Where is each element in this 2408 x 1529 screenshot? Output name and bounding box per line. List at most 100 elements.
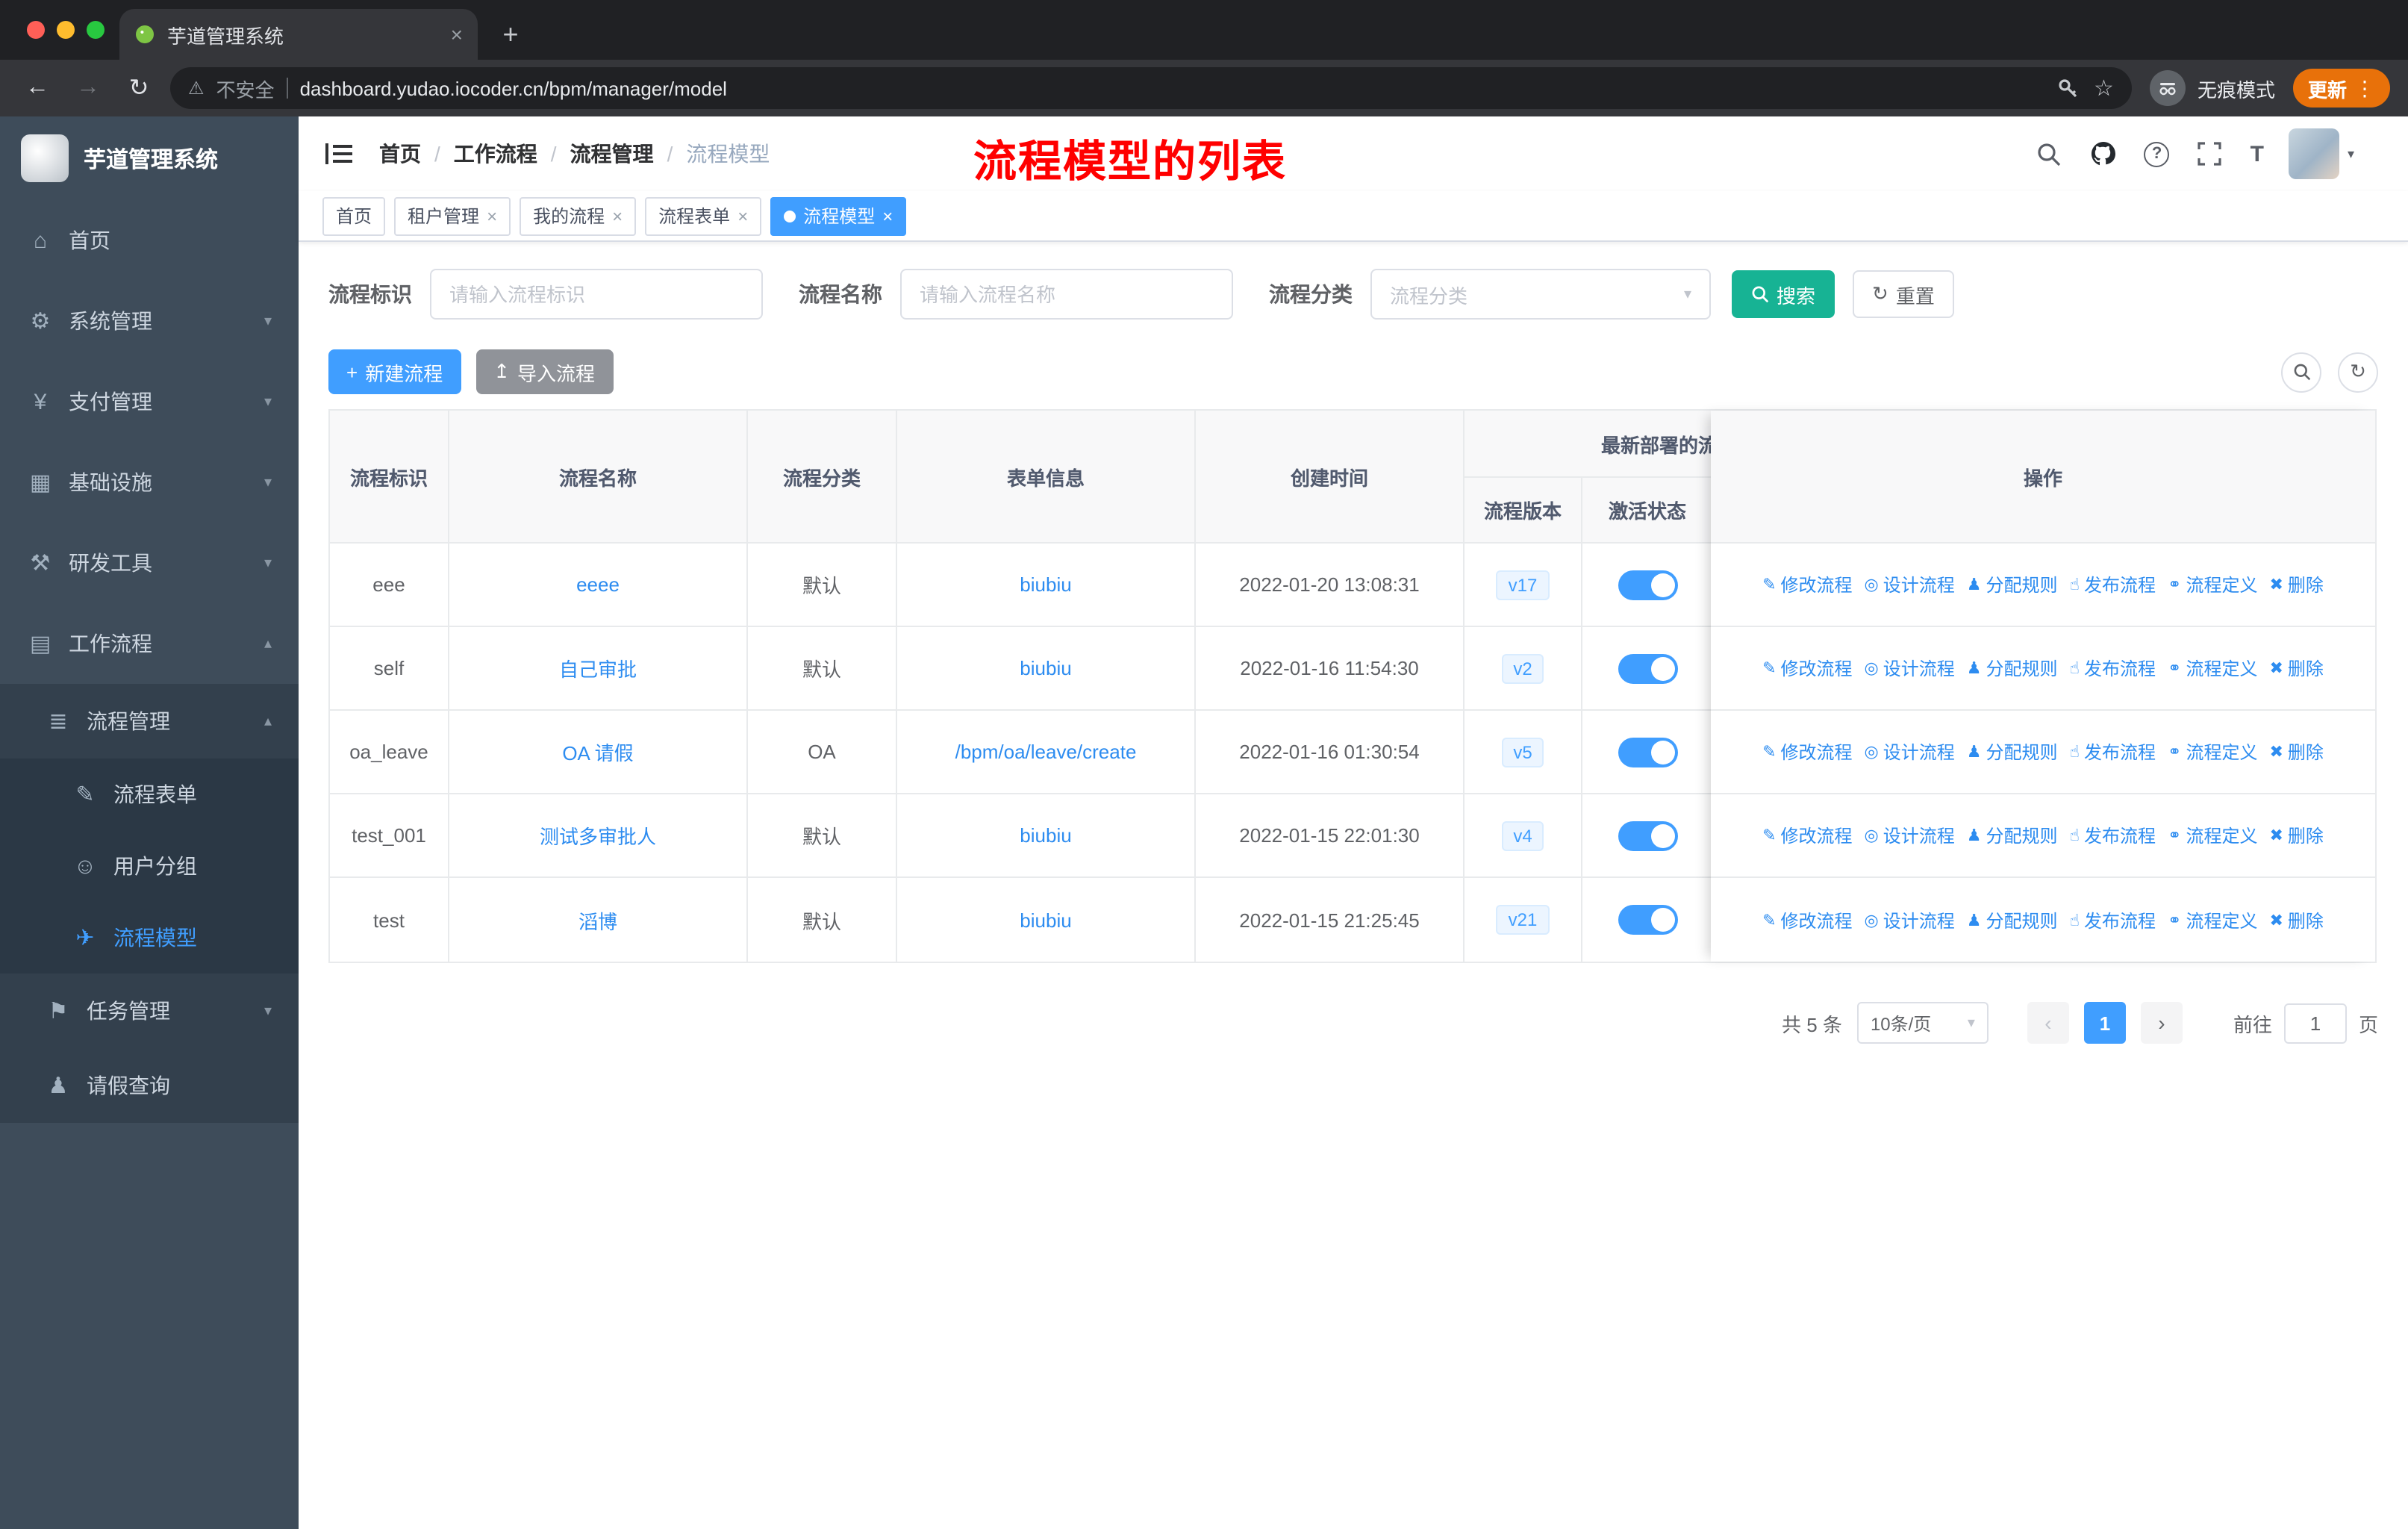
breadcrumb-item[interactable]: 工作流程 — [454, 139, 537, 169]
show-search-button[interactable] — [2281, 352, 2321, 392]
assign-rule-link[interactable]: ♟ 分配规则 — [1967, 823, 2058, 848]
assign-rule-link[interactable]: ♟ 分配规则 — [1967, 739, 2058, 764]
forward-icon[interactable]: → — [69, 69, 107, 108]
design-process-link[interactable]: ◎ 设计流程 — [1865, 739, 1955, 764]
process-name-link[interactable]: 自己审批 — [559, 654, 637, 682]
page-size-select[interactable]: 10条/页 ▾ — [1856, 1002, 1989, 1044]
next-page-button[interactable]: › — [2140, 1002, 2183, 1044]
minimize-window-button[interactable] — [57, 21, 75, 39]
breadcrumb-item[interactable]: 首页 — [379, 139, 421, 169]
tag-home[interactable]: 首页 — [322, 196, 386, 235]
prev-page-button[interactable]: ‹ — [2027, 1002, 2069, 1044]
design-process-link[interactable]: ◎ 设计流程 — [1865, 907, 1955, 932]
sidebar-item-infra[interactable]: ▦ 基础设施 ▾ — [0, 442, 299, 523]
tag-tenant[interactable]: 租户管理 × — [394, 196, 511, 235]
active-toggle[interactable] — [1618, 570, 1677, 600]
address-bar[interactable]: ⚠ 不安全 dashboard.yudao.iocoder.cn/bpm/man… — [170, 67, 2132, 109]
help-icon[interactable]: ? — [2144, 141, 2170, 166]
tag-my-process[interactable]: 我的流程 × — [520, 196, 637, 235]
design-process-link[interactable]: ◎ 设计流程 — [1865, 655, 1955, 681]
reload-icon[interactable]: ↻ — [119, 69, 158, 108]
modify-process-link[interactable]: ✎ 修改流程 — [1762, 739, 1852, 764]
sidebar-item-workflow[interactable]: ▤ 工作流程 ▴ — [0, 603, 299, 684]
publish-process-link[interactable]: ☝ 发布流程 — [2070, 572, 2156, 597]
delete-link[interactable]: ✖ 删除 — [2269, 823, 2323, 848]
sidebar-item-system[interactable]: ⚙ 系统管理 ▾ — [0, 281, 299, 361]
process-name-link[interactable]: 滔博 — [578, 906, 617, 934]
modify-process-link[interactable]: ✎ 修改流程 — [1762, 572, 1852, 597]
publish-process-link[interactable]: ☝ 发布流程 — [2070, 655, 2156, 681]
active-toggle[interactable] — [1618, 737, 1677, 767]
sidebar-item-process-form[interactable]: ✎ 流程表单 — [0, 759, 299, 830]
page-button-current[interactable]: 1 — [2083, 1002, 2126, 1044]
form-info-link[interactable]: biubiu — [1020, 573, 1071, 596]
process-name-link[interactable]: 测试多审批人 — [540, 821, 656, 850]
process-definition-link[interactable]: ⚭ 流程定义 — [2168, 572, 2257, 597]
close-icon[interactable]: × — [612, 205, 623, 226]
import-process-button[interactable]: ↥ 导入流程 — [475, 349, 614, 394]
modify-process-link[interactable]: ✎ 修改流程 — [1762, 907, 1852, 932]
active-toggle[interactable] — [1618, 653, 1677, 683]
process-name-input[interactable] — [900, 269, 1233, 320]
form-info-link[interactable]: biubiu — [1020, 909, 1071, 931]
process-definition-link[interactable]: ⚭ 流程定义 — [2168, 823, 2257, 848]
sidebar-item-process-model[interactable]: ✈ 流程模型 — [0, 902, 299, 974]
fullscreen-icon[interactable] — [2195, 139, 2225, 169]
incognito-profile[interactable]: 无痕模式 — [2149, 70, 2275, 106]
process-definition-link[interactable]: ⚭ 流程定义 — [2168, 907, 2257, 932]
reset-button[interactable]: ↻ 重置 — [1853, 270, 1954, 318]
tag-process-form[interactable]: 流程表单 × — [645, 196, 762, 235]
sidebar-item-process-management[interactable]: ≣ 流程管理 ▴ — [0, 684, 299, 759]
bookmark-star-icon[interactable]: ☆ — [2094, 75, 2114, 102]
delete-link[interactable]: ✖ 删除 — [2269, 907, 2323, 932]
assign-rule-link[interactable]: ♟ 分配规则 — [1967, 655, 2058, 681]
back-icon[interactable]: ← — [18, 69, 57, 108]
modify-process-link[interactable]: ✎ 修改流程 — [1762, 655, 1852, 681]
close-icon[interactable]: × — [487, 205, 497, 226]
update-button[interactable]: 更新 ⋮ — [2292, 69, 2390, 108]
delete-link[interactable]: ✖ 删除 — [2269, 655, 2323, 681]
sidebar-item-payment[interactable]: ¥ 支付管理 ▾ — [0, 361, 299, 442]
publish-process-link[interactable]: ☝ 发布流程 — [2070, 739, 2156, 764]
process-definition-link[interactable]: ⚭ 流程定义 — [2168, 655, 2257, 681]
refresh-table-button[interactable]: ↻ — [2338, 352, 2378, 392]
sidebar-item-home[interactable]: ⌂ 首页 — [0, 200, 299, 281]
active-toggle[interactable] — [1618, 905, 1677, 935]
sidebar-item-devtools[interactable]: ⚒ 研发工具 ▾ — [0, 523, 299, 603]
design-process-link[interactable]: ◎ 设计流程 — [1865, 823, 1955, 848]
category-select[interactable]: 流程分类 ▾ — [1370, 269, 1711, 320]
tab-close-icon[interactable]: × — [451, 22, 463, 46]
tag-process-model[interactable]: 流程模型 × — [770, 196, 907, 235]
github-icon[interactable] — [2089, 139, 2119, 169]
form-info-link[interactable]: biubiu — [1020, 824, 1071, 847]
goto-page-input[interactable] — [2283, 1003, 2347, 1043]
active-toggle[interactable] — [1618, 820, 1677, 850]
breadcrumb-item[interactable]: 流程管理 — [570, 139, 654, 169]
delete-link[interactable]: ✖ 删除 — [2269, 572, 2323, 597]
process-name-link[interactable]: OA 请假 — [562, 738, 633, 766]
logo-row[interactable]: 芋道管理系统 — [0, 116, 299, 200]
sidebar-item-user-group[interactable]: ☺ 用户分组 — [0, 830, 299, 902]
assign-rule-link[interactable]: ♟ 分配规则 — [1967, 572, 2058, 597]
create-process-button[interactable]: + 新建流程 — [328, 349, 461, 394]
assign-rule-link[interactable]: ♟ 分配规则 — [1967, 907, 2058, 932]
publish-process-link[interactable]: ☝ 发布流程 — [2070, 823, 2156, 848]
publish-process-link[interactable]: ☝ 发布流程 — [2070, 907, 2156, 932]
browser-menu-icon[interactable]: ⋮ — [2354, 75, 2375, 101]
process-name-link[interactable]: eeee — [576, 573, 620, 596]
search-icon[interactable] — [2034, 139, 2064, 169]
delete-link[interactable]: ✖ 删除 — [2269, 739, 2323, 764]
close-icon[interactable]: × — [882, 205, 893, 226]
user-menu[interactable]: ▾ — [2289, 128, 2354, 179]
font-size-icon[interactable]: T — [2251, 141, 2264, 166]
sidebar-item-task-management[interactable]: ⚑ 任务管理 ▾ — [0, 974, 299, 1048]
close-icon[interactable]: × — [737, 205, 748, 226]
process-key-input[interactable] — [430, 269, 763, 320]
new-tab-button[interactable]: + — [490, 13, 531, 55]
search-button[interactable]: 搜索 — [1732, 270, 1835, 318]
form-info-link[interactable]: biubiu — [1020, 657, 1071, 679]
sidebar-fold-icon[interactable] — [322, 137, 355, 170]
process-definition-link[interactable]: ⚭ 流程定义 — [2168, 739, 2257, 764]
close-window-button[interactable] — [27, 21, 45, 39]
modify-process-link[interactable]: ✎ 修改流程 — [1762, 823, 1852, 848]
